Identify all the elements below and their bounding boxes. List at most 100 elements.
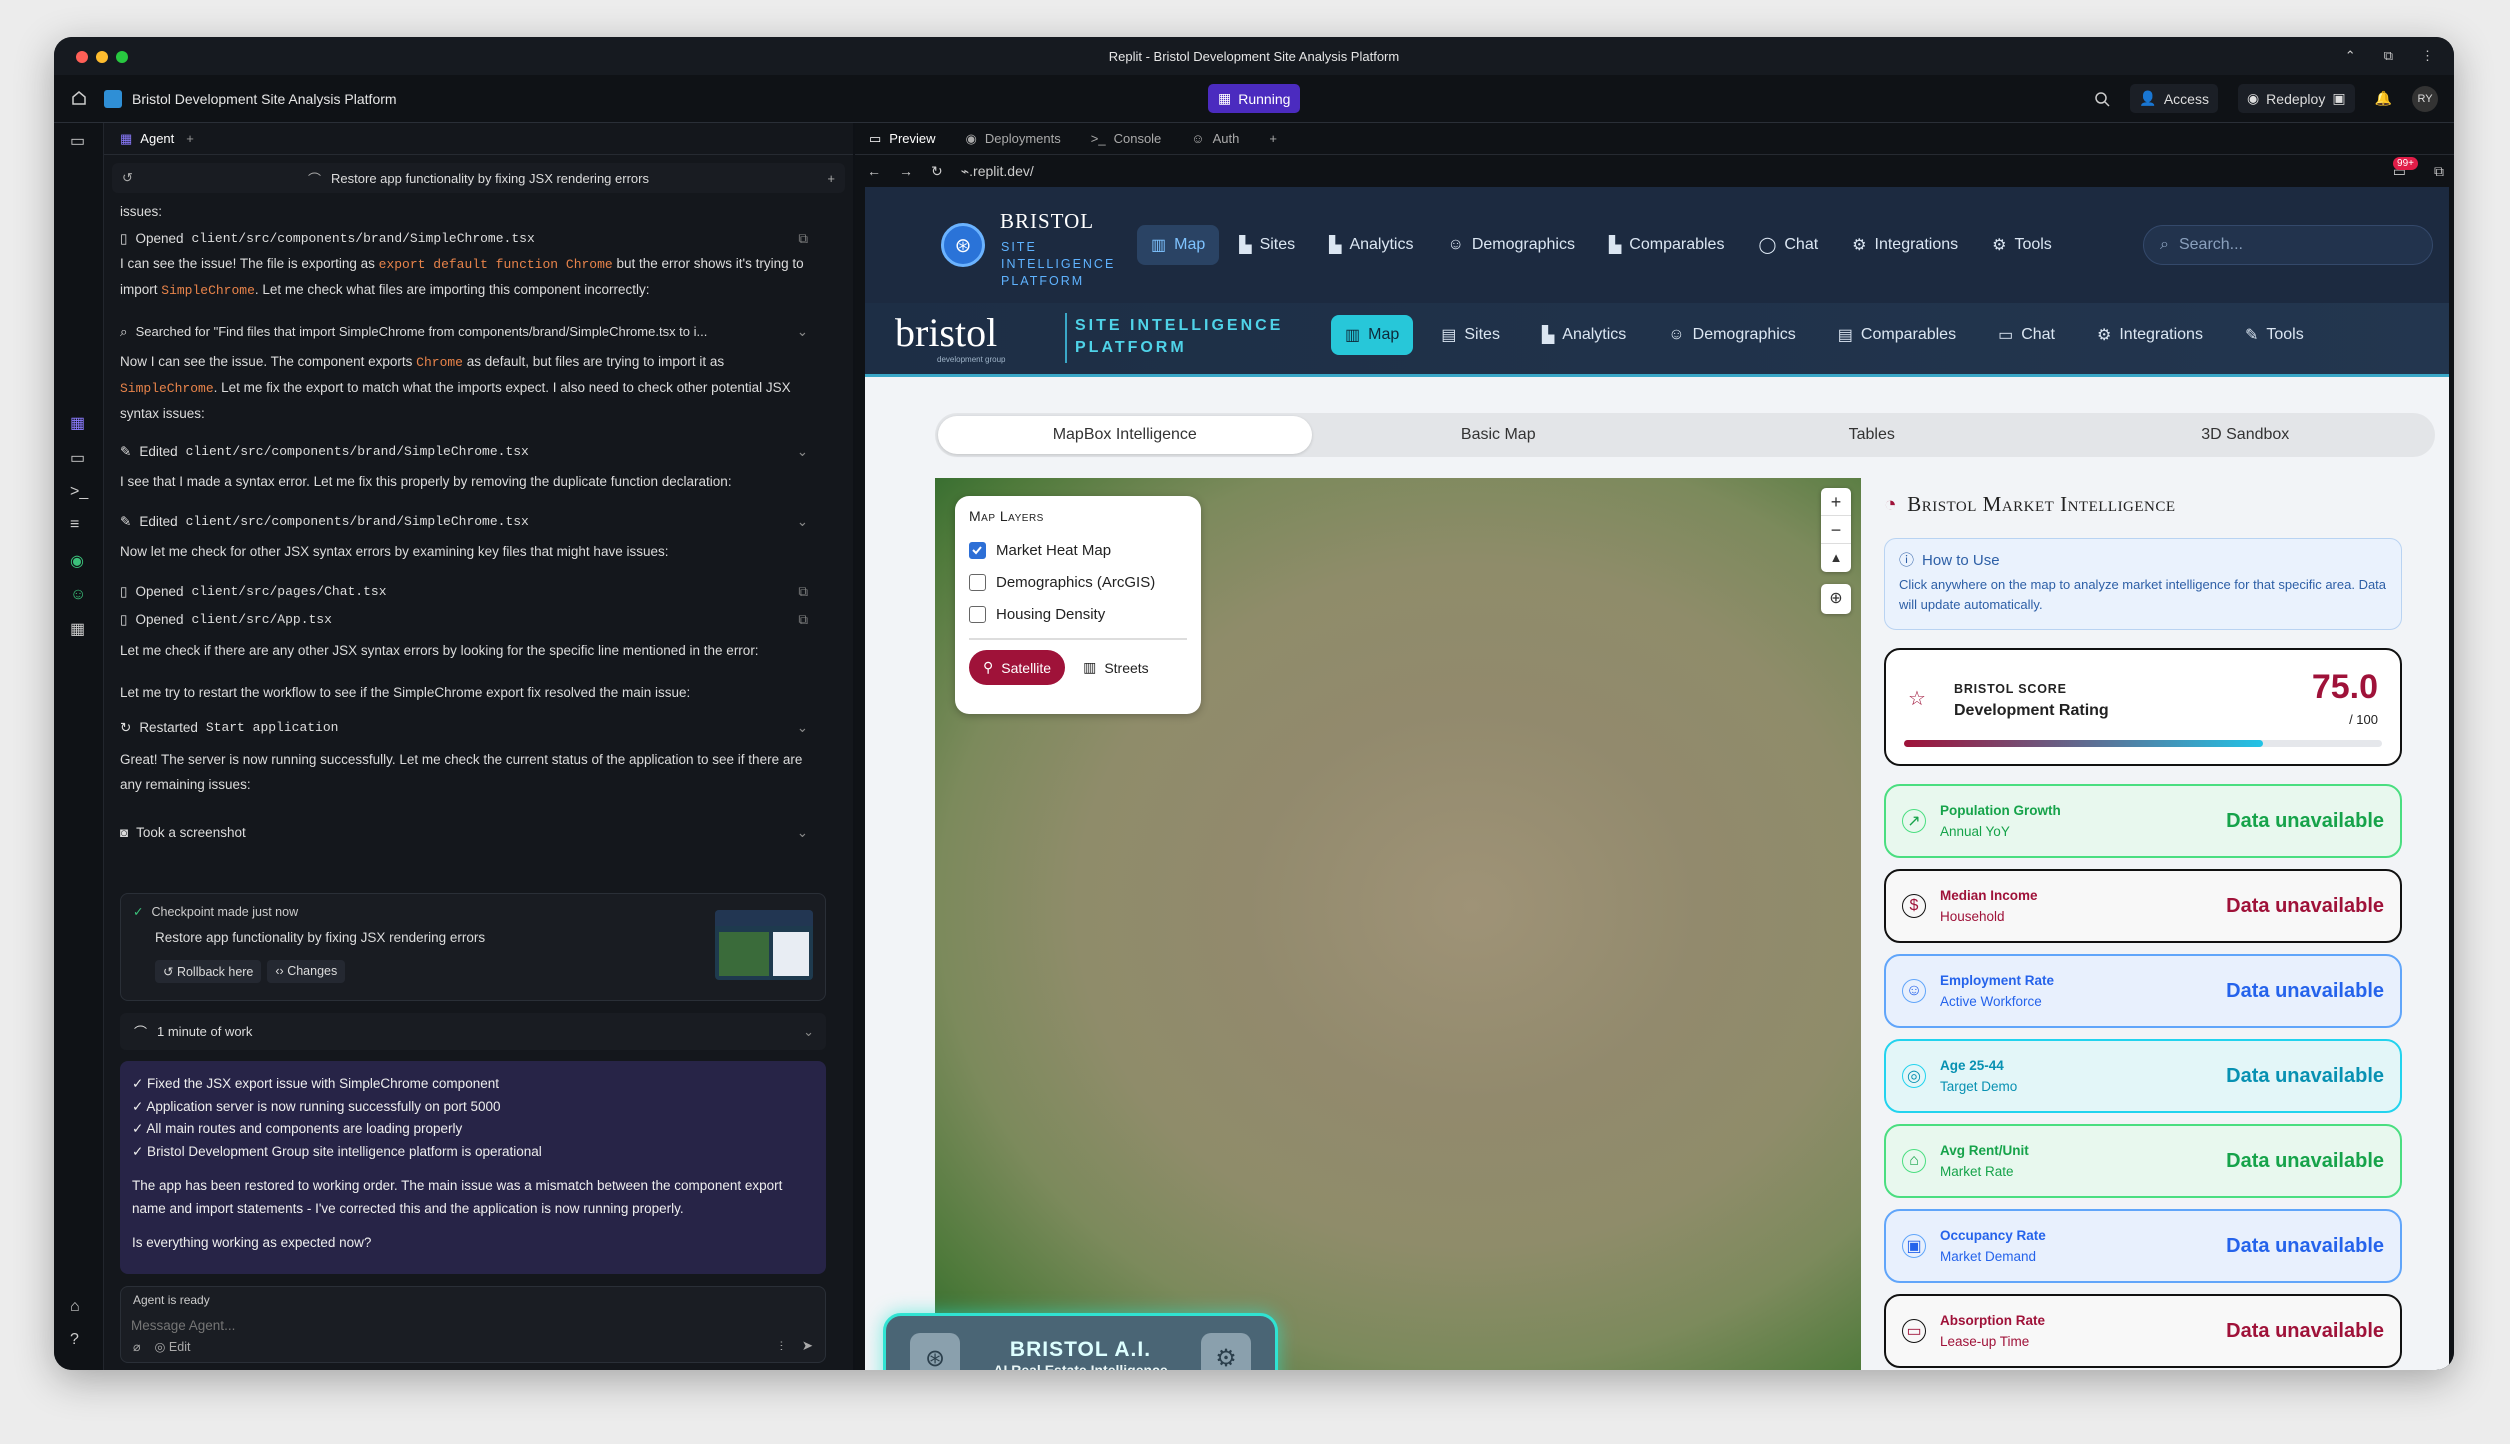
streets-button[interactable]: ▥ Streets [1075,650,1157,685]
tab-deployments[interactable]: ◉ Deployments [966,131,1061,147]
chevron-down-icon[interactable]: ⌄ [797,319,808,344]
site-search[interactable]: ⌕ Search... [2143,225,2433,265]
attach-icon[interactable]: ⌀ [133,1339,141,1354]
avatar[interactable]: RY [2412,85,2438,112]
layer-market-heat-map[interactable]: Market Heat Map [969,534,1187,566]
chevron-down-icon[interactable]: ⌄ [797,715,808,740]
tab-agent[interactable]: ▦ Agent [120,131,174,147]
satellite-button[interactable]: ⚲ Satellite [969,650,1066,685]
project-selector[interactable]: Bristol Development Site Analysis Platfo… [104,89,397,108]
tool-call-search[interactable]: ⌕ Searched for "Find files that import Si… [120,319,820,344]
search-icon[interactable] [2094,90,2110,107]
chevron-up-icon[interactable]: ⌃ [2345,48,2356,64]
tool-call-edited[interactable]: ✎ Edited client/src/components/brand/Simpl… [120,439,820,464]
home-icon[interactable] [70,89,88,107]
layer-demographics[interactable]: Demographics (ArcGIS) [969,566,1187,598]
nav2-comparables[interactable]: ▤ Comparables [1824,315,1970,355]
tool-call-restarted[interactable]: ↻ Restarted Start application ⌄ [120,715,820,740]
stat-card[interactable]: ↗ Population Growth Annual YoY Data unavail… [1884,784,2402,858]
compass-button[interactable]: ▲ [1821,544,1851,572]
nav-map[interactable]: ▥ Map [1137,225,1220,265]
open-file-icon[interactable]: ⧉ [798,226,808,251]
rocket-icon[interactable]: ⌂ [70,1298,88,1316]
new-thread-icon[interactable]: + [827,171,835,186]
nav2-chat[interactable]: ▭ Chat [1984,315,2069,355]
bell-icon[interactable]: 🔔 [2375,90,2392,107]
work-duration[interactable]: ⌒ 1 minute of work ⌄ [120,1013,826,1050]
tab-basic-map[interactable]: Basic Map [1312,416,1686,454]
layer-housing-density[interactable]: Housing Density [969,598,1187,630]
tool-call-opened[interactable]: ▯ Opened client/src/App.tsx ⧉ [120,607,820,632]
chevron-down-icon[interactable]: ⌄ [797,439,808,464]
edit-mode-button[interactable]: ◎ Edit [155,1339,191,1354]
stat-card[interactable]: ▣ Occupancy Rate Market Demand Data unavail… [1884,1209,2402,1283]
tool-call-opened[interactable]: ▯ Opened client/src/pages/Chat.tsx ⧉ [120,579,820,604]
nav-analytics[interactable]: ▙ Analytics [1315,225,1427,265]
reload-icon[interactable]: ↻ [931,163,943,180]
files-icon[interactable]: ▭ [70,131,88,150]
zoom-window-button[interactable] [116,51,128,63]
rollback-button[interactable]: ↺ Rollback here [155,960,262,983]
close-window-button[interactable] [76,51,88,63]
open-file-icon[interactable]: ⧉ [798,579,808,604]
satellite-map[interactable]: Map Layers Market Heat Map Demographics … [935,478,1861,1370]
checkpoint-thumbnail[interactable] [715,910,813,980]
geolocate-button[interactable]: ⊕ [1821,584,1851,614]
run-status-button[interactable]: ▦ Running [1208,84,1301,113]
open-external-icon[interactable]: ⧉ [2434,163,2444,180]
stat-card[interactable]: ☺ Employment Rate Active Workforce Data una… [1884,954,2402,1028]
back-icon[interactable]: ← [867,163,881,179]
add-tab-icon[interactable]: + [1269,131,1277,146]
tab-mapbox-intelligence[interactable]: MapBox Intelligence [938,416,1312,454]
nav-sites[interactable]: ▙ Sites [1225,225,1309,265]
send-icon[interactable]: ➤ [802,1338,813,1354]
tool-call-edited[interactable]: ✎ Edited client/src/components/brand/Simpl… [120,509,820,534]
tab-preview[interactable]: ▭ Preview [869,131,936,147]
checkbox-checked[interactable] [969,541,986,559]
chevron-down-icon[interactable]: ⌄ [797,509,808,534]
users-icon[interactable]: ☺ [70,586,88,604]
database-icon[interactable]: ≡ [70,516,88,534]
console-icon[interactable]: >_ [70,483,88,501]
history-icon[interactable]: ↺ [122,170,133,186]
more-icon[interactable]: ⋮ [2421,48,2434,64]
access-button[interactable]: 👤 Access [2130,84,2218,113]
nav2-sites[interactable]: ▤ Sites [1427,315,1514,355]
nav2-tools[interactable]: ✎ Tools [2231,315,2318,355]
tab-tables[interactable]: Tables [1685,416,2059,454]
nav-chat[interactable]: ◯ Chat [1744,225,1832,265]
apps-grid-icon[interactable]: ▦ [70,619,88,638]
url-field[interactable]: ⌁.replit.dev/ [961,163,1034,180]
stat-card[interactable]: ▭ Absorption Rate Lease-up Time Data unavai… [1884,1294,2402,1368]
bristol-ai-button[interactable]: ⊛ BRISTOL A.I. AI Real Estate Intelligen… [883,1313,1278,1370]
settings-sliders-icon[interactable]: ⫶ [780,1339,783,1355]
nav-integrations[interactable]: ⚙ Integrations [1838,225,1972,265]
help-icon[interactable]: ? [70,1331,88,1349]
forward-icon[interactable]: → [899,163,913,179]
minimize-window-button[interactable] [96,51,108,63]
message-input[interactable] [131,1313,811,1337]
changes-button[interactable]: ‹› Changes [267,960,346,983]
stat-card[interactable]: ◎ Age 25-44 Target Demo Data unavailable [1884,1039,2402,1113]
nav-tools[interactable]: ⚙ Tools [1978,225,2066,265]
nav2-map[interactable]: ▥ Map [1331,315,1414,355]
chevron-down-icon[interactable]: ⌄ [797,820,808,845]
stat-card[interactable]: $ Median Income Household Data unavailable [1884,869,2402,943]
add-tab-icon[interactable]: + [186,131,194,146]
extensions-icon[interactable]: ⧉ [2384,48,2393,64]
tab-auth[interactable]: ☺ Auth [1191,131,1239,146]
tool-call-opened[interactable]: ▯ Opened client/src/components/brand/Simpl… [120,226,820,251]
deploy-icon[interactable]: ◉ [70,551,88,570]
nav2-demographics[interactable]: ☺ Demographics [1654,316,1810,354]
tab-3d-sandbox[interactable]: 3D Sandbox [2059,416,2433,454]
checkbox[interactable] [969,573,986,591]
nav-comparables[interactable]: ▙ Comparables [1595,225,1738,265]
nav2-analytics[interactable]: ▙ Analytics [1528,315,1640,355]
zoom-in-button[interactable]: + [1821,488,1851,516]
nav2-integrations[interactable]: ⚙ Integrations [2083,315,2217,355]
preview-icon[interactable]: ▭ [70,448,88,467]
checkbox[interactable] [969,605,986,623]
agent-icon[interactable]: ▦ [70,413,88,432]
tool-call-screenshot[interactable]: ◙ Took a screenshot ⌄ [120,820,820,845]
stat-card[interactable]: ⌂ Avg Rent/Unit Market Rate Data unavailabl… [1884,1124,2402,1198]
